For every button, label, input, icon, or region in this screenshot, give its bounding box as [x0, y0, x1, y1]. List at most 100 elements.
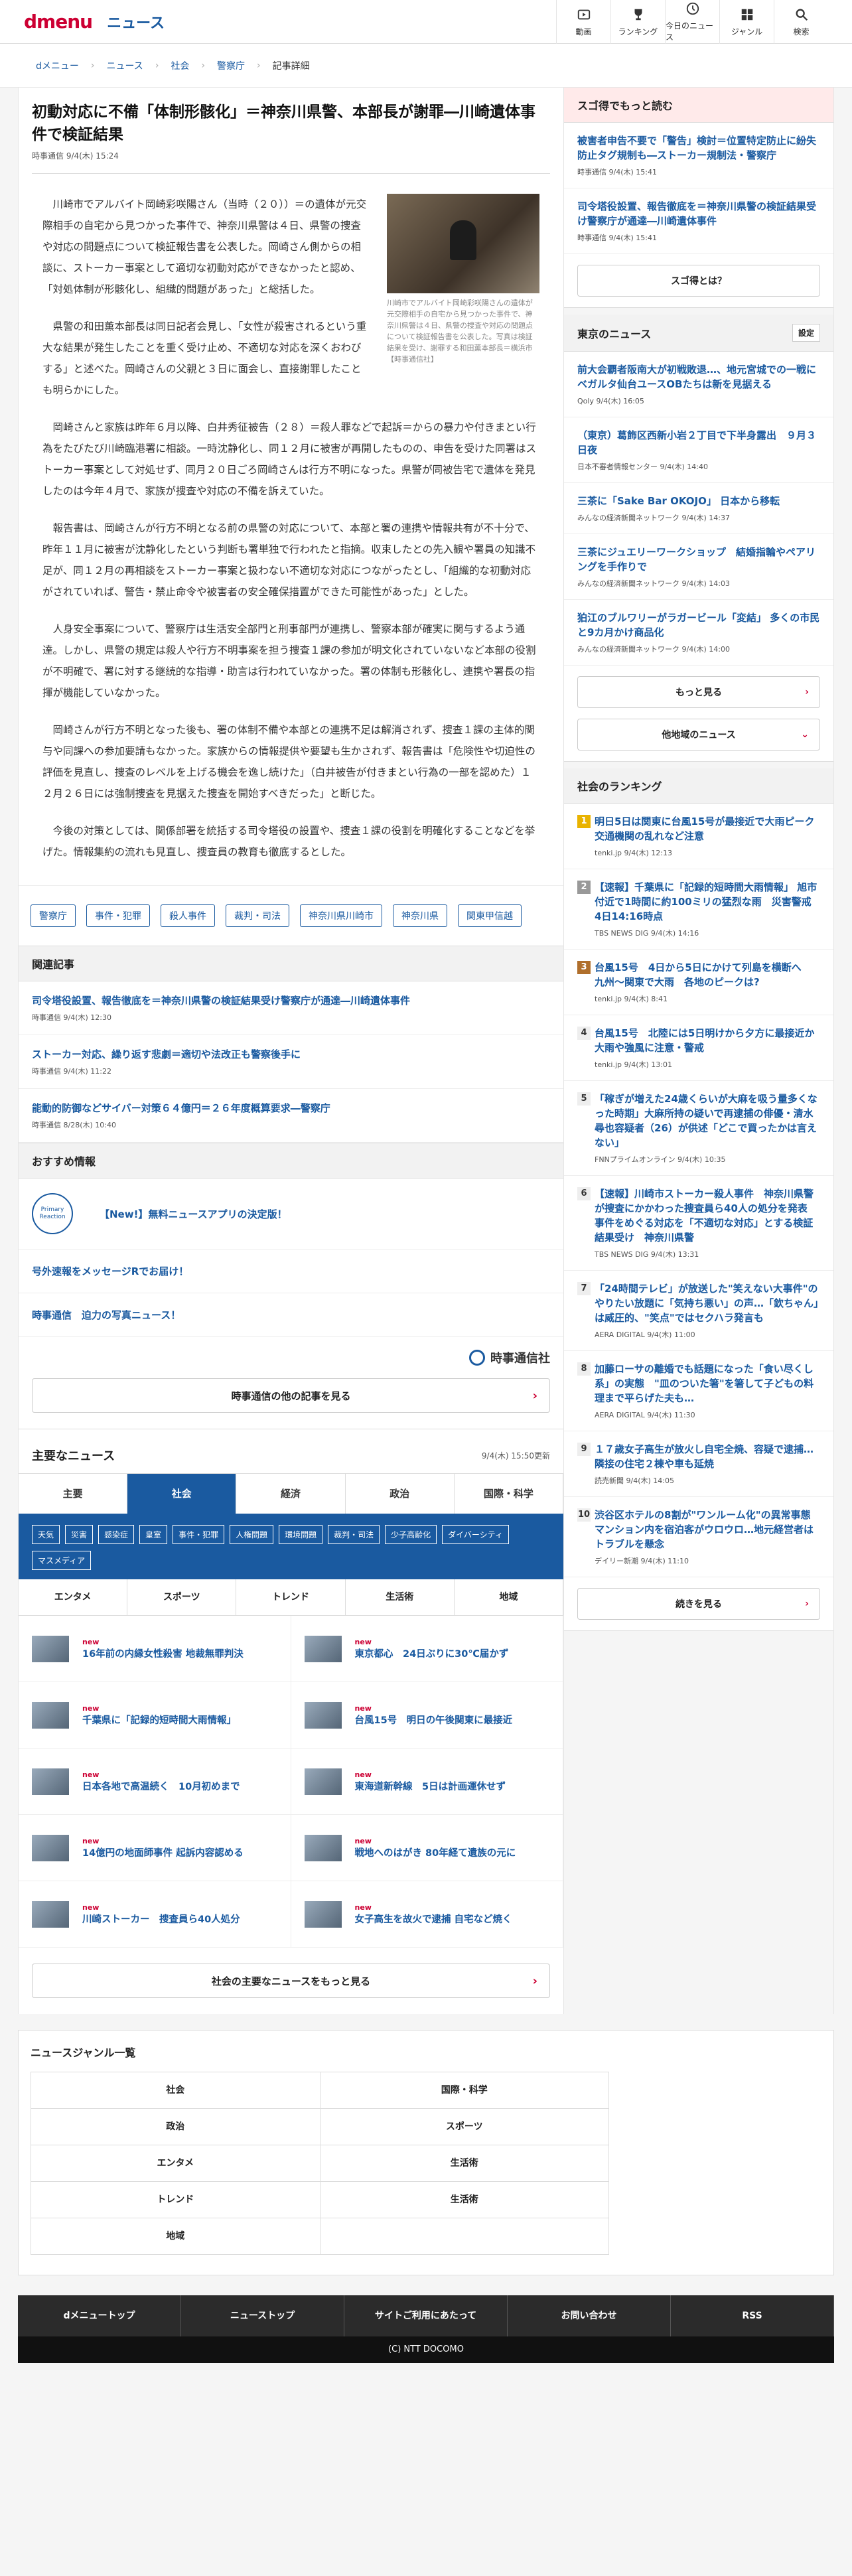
news-link[interactable]: 千葉県に「記録的短時間大雨情報」: [82, 1713, 236, 1727]
ranking-item[interactable]: 4 台風15号 北陸には5日明けから夕方に最接近か 大雨や強風に注意・警戒 tenk…: [564, 1015, 833, 1081]
related-item[interactable]: ストーカー対応、繰り返す悲劇＝適切や法改正も警察後手に 時事通信 9/4(木) 1…: [19, 1035, 563, 1089]
tab-economy[interactable]: 経済: [236, 1474, 346, 1514]
sugotoku-item[interactable]: 司令塔役設置、報告徹底を＝神奈川県警の検証結果受け警察庁が通達―川崎遺体事件 時事…: [564, 188, 833, 254]
tag[interactable]: 裁判・司法: [226, 904, 289, 927]
ranking-link[interactable]: １７歳女子高生が放火し自宅全焼、容疑で逮捕…隣接の住宅２棟や車も延焼: [595, 1442, 820, 1471]
ranking-link[interactable]: 【速報】千葉県に「記録的短時間大雨情報」 旭市付近で1時間に約100ミリの猛烈な…: [595, 880, 820, 924]
news-item[interactable]: new 川崎ストーカー 捜査員ら40人処分: [19, 1881, 291, 1948]
tag[interactable]: 殺人事件: [161, 904, 215, 927]
tokyo-link[interactable]: 前大会覇者阪南大が初戦敗退…、地元宮城での一戦にベガルタ仙台ユースOBたちは新を…: [577, 362, 820, 392]
tab-intl-science[interactable]: 国際・科学: [455, 1474, 564, 1514]
tokyo-more-button[interactable]: もっと見る ›: [577, 676, 820, 708]
sugotoku-item[interactable]: 被害者申告不要で「警告」検討＝位置特定防止に紛失防止タグ規制も―ストーカー規制法…: [564, 123, 833, 188]
tokyo-link[interactable]: 三茶に「Sake Bar OKOJO」 日本から移転: [577, 494, 820, 508]
tokyo-link[interactable]: 三茶にジュエリーワークショップ 結婚指輪やペアリングを手作りで: [577, 545, 820, 574]
ranking-item[interactable]: 3 台風15号 4日から5日にかけて列島を横断へ 九州〜関東で大雨 各地のピークは…: [564, 950, 833, 1015]
breadcrumb-dmenu[interactable]: dメニュー: [36, 59, 79, 72]
tab-society[interactable]: 社会: [127, 1474, 237, 1514]
logo[interactable]: dmenu ニュース: [24, 11, 165, 33]
related-item[interactable]: 能動的防御などサイバー対策６４億円＝２６年度概算要求―警察庁 時事通信 8/28(…: [19, 1089, 563, 1143]
genre-item[interactable]: 社会: [31, 2072, 320, 2109]
related-link[interactable]: 能動的防御などサイバー対策６４億円＝２６年度概算要求―警察庁: [32, 1101, 550, 1115]
ranking-link[interactable]: 明日5日は関東に台風15号が最接近で大雨ピーク 交通機関の乱れなど注意: [595, 814, 824, 843]
tokyo-item[interactable]: 三茶に「Sake Bar OKOJO」 日本から移転 みんなの経済新聞ネットワーク…: [564, 483, 833, 534]
sugotoku-link[interactable]: 司令塔役設置、報告徹底を＝神奈川県警の検証結果受け警察庁が通達―川崎遺体事件: [577, 199, 820, 228]
dmenu-logo[interactable]: dmenu: [24, 11, 93, 33]
subtab[interactable]: 天気: [32, 1525, 60, 1544]
sugotoku-link[interactable]: 被害者申告不要で「警告」検討＝位置特定防止に紛失防止タグ規制も―ストーカー規制法…: [577, 133, 820, 163]
ranking-item[interactable]: 9 １７歳女子高生が放火し自宅全焼、容疑で逮捕…隣接の住宅２棟や車も延焼 読売新聞 …: [564, 1431, 833, 1497]
recommend-item[interactable]: 号外速報をメッセージRでお届け！: [19, 1250, 563, 1293]
tokyo-link[interactable]: （東京）葛飾区西新小岩２丁目で下半身露出 ９月３日夜: [577, 428, 820, 457]
ranking-item[interactable]: 10 渋谷区ホテルの8割が"ワンルーム化"の異常事態 マンション内を宿泊客がウロウ…: [564, 1497, 833, 1577]
tab-sports[interactable]: スポーツ: [127, 1579, 237, 1615]
news-item[interactable]: new 女子高生を故火で逮捕 自宅など焼く: [291, 1881, 563, 1948]
news-link[interactable]: 川崎ストーカー 捜査員ら40人処分: [82, 1912, 240, 1926]
tab-entame[interactable]: エンタメ: [19, 1579, 128, 1615]
news-item[interactable]: new 千葉県に「記録的短時間大雨情報」: [19, 1682, 291, 1749]
tag[interactable]: 関東甲信越: [458, 904, 522, 927]
genre-item[interactable]: 国際・科学: [320, 2072, 609, 2109]
subtab[interactable]: 皇室: [139, 1525, 168, 1544]
tokyo-item[interactable]: 狛江のブルワリーがラガービール「変結」 多くの市民と9カ月かけ商品化 みんなの経済…: [564, 600, 833, 666]
news-item[interactable]: new 16年前の内縁女性殺害 地裁無罪判決: [19, 1616, 291, 1682]
news-item[interactable]: new 戦地へのはがき 80年経て遺族の元に: [291, 1815, 563, 1881]
genre-item[interactable]: 生活術: [320, 2182, 609, 2218]
news-link[interactable]: 台風15号 明日の午後関東に最接近: [355, 1713, 513, 1727]
subtab[interactable]: ダイバーシティ: [442, 1525, 509, 1544]
news-logo[interactable]: ニュース: [107, 11, 165, 33]
news-item[interactable]: new 14億円の地面師事件 起訴内容認める: [19, 1815, 291, 1881]
genre-item[interactable]: 政治: [31, 2109, 320, 2145]
genre-item[interactable]: エンタメ: [31, 2145, 320, 2182]
news-link[interactable]: 東海道新幹線 5日は計画運休せず: [355, 1779, 506, 1793]
recommend-item[interactable]: 時事通信 迫力の写真ニュース！: [19, 1293, 563, 1337]
subtab[interactable]: 少子高齢化: [385, 1525, 437, 1544]
footer-link-rss[interactable]: RSS: [671, 2295, 834, 2336]
genre-item[interactable]: トレンド: [31, 2182, 320, 2218]
ranking-link[interactable]: 「稼ぎが増えた24歳くらいが大麻を吸う量多くなった時期」大麻所持の疑いで再逮捕の…: [595, 1092, 820, 1150]
nav-video[interactable]: 動画: [556, 0, 610, 44]
news-link[interactable]: 16年前の内縁女性殺害 地裁無罪判決: [82, 1646, 244, 1660]
ranking-link[interactable]: 加藤ローサの離婚でも話題になった「食い尽くし系」の実態 "皿のついた箸"を箸して…: [595, 1362, 820, 1405]
news-item[interactable]: new 台風15号 明日の午後関東に最接近: [291, 1682, 563, 1749]
ranking-link[interactable]: 【速報】川崎市ストーカー殺人事件 神奈川県警が捜査にかかわった捜査員ら40人の処…: [595, 1186, 820, 1245]
recommend-link[interactable]: 号外速報をメッセージRでお届け！: [32, 1264, 188, 1278]
footer-link-terms[interactable]: サイトご利用にあたって: [344, 2295, 508, 2336]
ranking-item[interactable]: 8 加藤ローサの離婚でも話題になった「食い尽くし系」の実態 "皿のついた箸"を箸し…: [564, 1351, 833, 1431]
ranking-link[interactable]: 渋谷区ホテルの8割が"ワンルーム化"の異常事態 マンション内を宿泊客がウロウロ……: [595, 1508, 821, 1551]
other-region-button[interactable]: 他地域のニュース ⌄: [577, 719, 820, 751]
footer-link-contact[interactable]: お問い合わせ: [508, 2295, 671, 2336]
news-link[interactable]: 東京都心 24日ぶりに30℃届かず: [355, 1646, 509, 1660]
genre-item[interactable]: 地域: [31, 2218, 320, 2255]
tab-trend[interactable]: トレンド: [236, 1579, 346, 1615]
recommend-link[interactable]: 時事通信 迫力の写真ニュース！: [32, 1308, 180, 1322]
tag[interactable]: 事件・犯罪: [86, 904, 150, 927]
genre-item[interactable]: 生活術: [320, 2145, 609, 2182]
tag[interactable]: 神奈川県川崎市: [300, 904, 382, 927]
related-item[interactable]: 司令塔役設置、報告徹底を＝神奈川県警の検証結果受け警察庁が通達―川崎遺体事件 時事…: [19, 981, 563, 1035]
ranking-item[interactable]: 7 「24時間テレビ」が放送した"笑えない大事件"のやりたい放題に「気持ち悪い」の…: [564, 1271, 833, 1351]
article-photo[interactable]: [387, 194, 539, 293]
news-link[interactable]: 日本各地で高温続く 10月初めまで: [82, 1779, 240, 1793]
tokyo-item[interactable]: （東京）葛飾区西新小岩２丁目で下半身露出 ９月３日夜 日本不審者情報センター 9/…: [564, 417, 833, 483]
news-link[interactable]: 戦地へのはがき 80年経て遺族の元に: [355, 1845, 516, 1859]
more-jiji-button[interactable]: 時事通信の他の記事を見る ›: [32, 1378, 550, 1413]
sugotoku-about-button[interactable]: スゴ得とは？: [577, 265, 820, 297]
nav-genre[interactable]: ジャンル: [719, 0, 774, 44]
nav-ranking[interactable]: ランキング: [610, 0, 665, 44]
news-item[interactable]: new 日本各地で高温続く 10月初めまで: [19, 1749, 291, 1815]
news-item[interactable]: new 東京都心 24日ぶりに30℃届かず: [291, 1616, 563, 1682]
tab-region[interactable]: 地域: [455, 1579, 564, 1615]
subtab[interactable]: 環境問題: [279, 1525, 323, 1544]
recommend-link[interactable]: 【New!】無料ニュースアプリの決定版！: [100, 1207, 287, 1221]
news-link[interactable]: 女子高生を故火で逮捕 自宅など焼く: [355, 1912, 512, 1926]
ranking-item[interactable]: 5 「稼ぎが増えた24歳くらいが大麻を吸う量多くなった時期」大麻所持の疑いで再逮捕…: [564, 1081, 833, 1176]
subtab[interactable]: 感染症: [98, 1525, 135, 1544]
genre-item[interactable]: スポーツ: [320, 2109, 609, 2145]
tokyo-link[interactable]: 狛江のブルワリーがラガービール「変結」 多くの市民と9カ月かけ商品化: [577, 610, 820, 640]
subtab[interactable]: 災害: [65, 1525, 94, 1544]
more-society-button[interactable]: 社会の主要なニュースをもっと見る ›: [32, 1964, 550, 1998]
tag[interactable]: 神奈川県: [393, 904, 447, 927]
subtab[interactable]: 裁判・司法: [328, 1525, 380, 1544]
footer-link-news-top[interactable]: ニューストップ: [181, 2295, 344, 2336]
